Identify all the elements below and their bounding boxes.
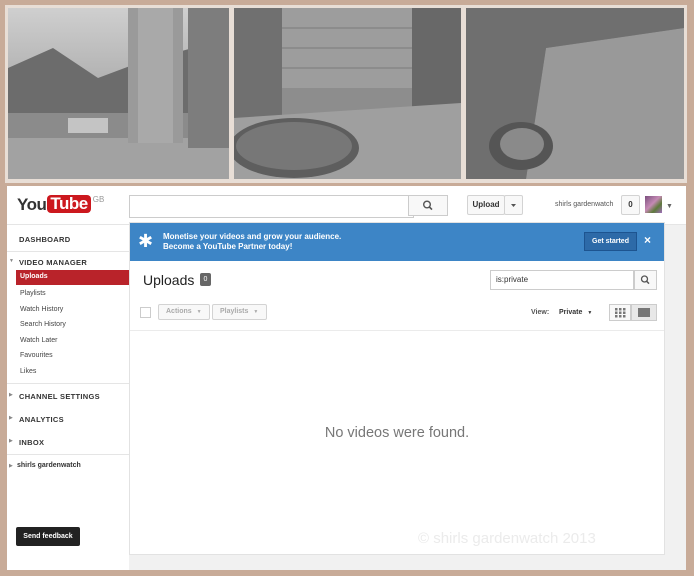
list-icon — [638, 308, 650, 317]
upload-button[interactable]: Upload — [467, 195, 505, 215]
notification-count[interactable]: 0 — [621, 195, 640, 215]
sidebar-item-favourites[interactable]: Favourites — [20, 352, 53, 359]
divider — [7, 454, 129, 455]
chevron-down-icon — [511, 204, 516, 207]
filter-search-button[interactable] — [634, 270, 657, 290]
search-icon — [640, 275, 650, 285]
send-feedback-button[interactable]: Send feedback — [16, 527, 80, 546]
playlists-label: Playlists — [220, 308, 249, 315]
triangle-right-icon: ▶ — [9, 438, 13, 444]
close-icon[interactable]: × — [644, 233, 651, 247]
search-icon — [422, 200, 433, 211]
view-select[interactable]: Private ▼ — [559, 309, 592, 316]
nav-video-manager[interactable]: VIDEO MANAGER — [19, 258, 87, 267]
logo-tube: Tube — [47, 195, 91, 213]
chevron-down-icon: ▼ — [253, 309, 259, 315]
actions-label: Actions — [166, 308, 192, 315]
masthead: You Tube GB Upload shirls gardenwatch 0 … — [7, 186, 686, 225]
empty-state-message: No videos were found. — [324, 425, 470, 441]
search-button[interactable] — [408, 195, 448, 216]
avatar[interactable] — [645, 196, 662, 213]
star-icon: ✱ — [138, 231, 154, 251]
divider — [7, 383, 129, 384]
nav-dashboard[interactable]: DASHBOARD — [19, 235, 70, 244]
chevron-down-icon: ▼ — [196, 309, 202, 315]
sidebar-item-playlists[interactable]: Playlists — [20, 290, 46, 297]
sidebar-item-uploads[interactable]: Uploads — [16, 270, 129, 285]
photo-strip — [5, 5, 687, 183]
divider — [130, 330, 664, 331]
page-title: Uploads — [143, 272, 195, 288]
playlists-dropdown[interactable]: Playlists ▼ — [212, 304, 267, 320]
chevron-down-icon[interactable]: ▼ — [666, 203, 673, 210]
nav-channel-settings[interactable]: CHANNEL SETTINGS — [19, 392, 100, 401]
photo-hedgehog-night — [466, 8, 684, 179]
view-label: View: — [531, 309, 550, 316]
triangle-right-icon: ▶ — [9, 392, 13, 398]
select-all-checkbox[interactable] — [140, 307, 151, 318]
banner-line2: Become a YouTube Partner today! — [163, 242, 293, 251]
banner-text: Monetise your videos and grow your audie… — [163, 232, 341, 252]
username[interactable]: shirls gardenwatch — [555, 201, 613, 208]
main-panel: ✱ Monetise your videos and grow your aud… — [129, 222, 665, 555]
sidebar-item-watch-history[interactable]: Watch History — [20, 306, 63, 313]
chevron-down-icon: ▼ — [587, 310, 593, 316]
grid-icon — [615, 308, 626, 318]
upload-dropdown[interactable] — [504, 195, 523, 215]
triangle-right-icon: ▶ — [9, 415, 13, 421]
photo-pond-night — [234, 8, 461, 179]
actions-dropdown[interactable]: Actions ▼ — [158, 304, 210, 320]
list-view-button[interactable] — [631, 304, 657, 321]
sidebar-item-likes[interactable]: Likes — [20, 368, 36, 375]
sidebar-item-watch-later[interactable]: Watch Later — [20, 337, 57, 344]
logo-you: You — [17, 195, 47, 214]
copyright-watermark: © shirls gardenwatch 2013 — [418, 530, 596, 547]
triangle-right-icon: ▶ — [9, 463, 13, 469]
nav-channel-name[interactable]: shirls gardenwatch — [17, 462, 81, 469]
filter-input[interactable]: is:private — [490, 270, 634, 290]
triangle-down-icon: ▼ — [9, 258, 14, 264]
youtube-logo[interactable]: You Tube GB — [17, 195, 104, 215]
sidebar-item-search-history[interactable]: Search History — [20, 321, 66, 328]
photo-garden-night — [8, 8, 229, 179]
nav-analytics[interactable]: ANALYTICS — [19, 415, 64, 424]
banner-line1: Monetise your videos and grow your audie… — [163, 232, 342, 241]
partner-banner: ✱ Monetise your videos and grow your aud… — [130, 223, 664, 261]
get-started-button[interactable]: Get started — [584, 232, 637, 251]
logo-region: GB — [92, 195, 105, 204]
youtube-window: You Tube GB Upload shirls gardenwatch 0 … — [7, 186, 686, 570]
nav-inbox[interactable]: INBOX — [19, 438, 44, 447]
sidebar: DASHBOARD ▼ VIDEO MANAGER Uploads Playli… — [7, 225, 129, 570]
view-value: Private — [559, 309, 583, 316]
search-input[interactable] — [129, 195, 414, 218]
grid-view-button[interactable] — [609, 304, 631, 321]
upload-count-badge: 0 — [200, 273, 211, 286]
divider — [7, 251, 129, 252]
sidebar-item-label: Uploads — [20, 273, 48, 280]
